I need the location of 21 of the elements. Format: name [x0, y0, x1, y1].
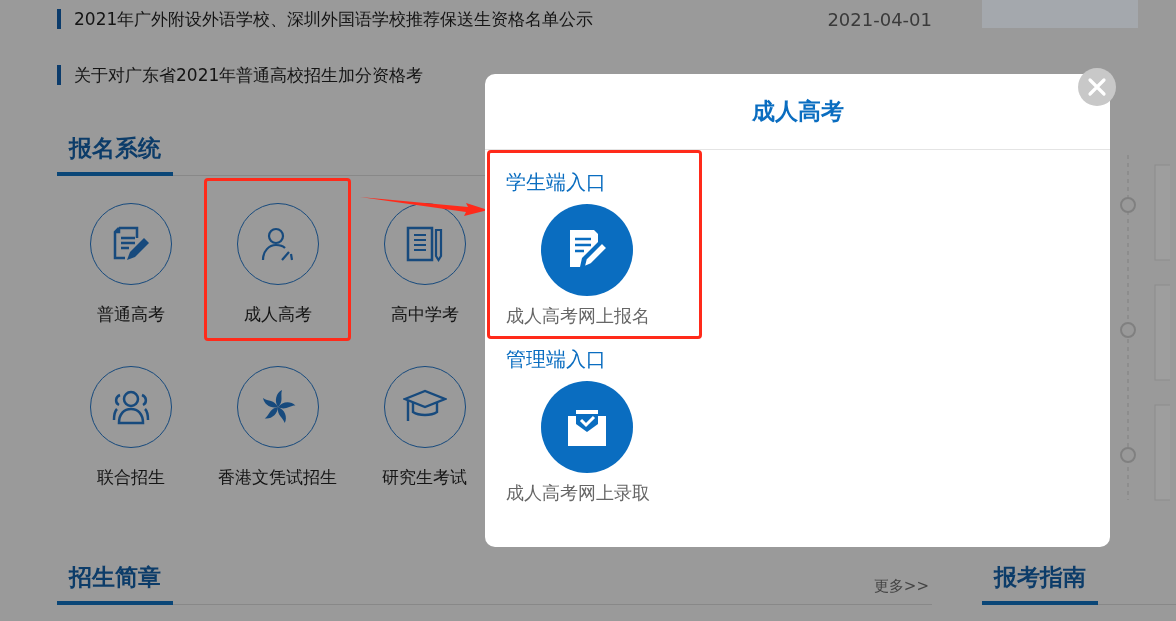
- system-label: 联合招生: [96, 466, 165, 489]
- system-label: 普通高考: [96, 303, 165, 326]
- notebook-pencil-icon: [404, 224, 445, 264]
- close-icon: [1087, 77, 1107, 97]
- news-date: 2021-04-01: [827, 8, 932, 30]
- system-label: 成人高考: [243, 303, 312, 326]
- entry-link[interactable]: 成人高考网上报名: [506, 304, 650, 328]
- news-link[interactable]: 关于对广东省2021年普通高校招生加分资格考: [74, 63, 424, 87]
- news-link[interactable]: 2021年广外附设外语学校、深圳外国语学校推荐保送生资格名单公示: [74, 7, 594, 31]
- section-tab[interactable]: 招生简章: [57, 562, 173, 605]
- dialog-title: 成人高考: [751, 97, 844, 126]
- close-button[interactable]: [1078, 68, 1116, 106]
- system-label: 高中学考: [390, 303, 459, 326]
- entry-link[interactable]: 成人高考网上录取: [506, 481, 650, 505]
- system-label: 香港文凭试招生: [218, 466, 337, 489]
- section-tab[interactable]: 报名系统: [57, 133, 173, 176]
- entry-heading: 学生端入口: [506, 169, 607, 196]
- section-tab[interactable]: 报考指南: [982, 562, 1098, 605]
- more-link[interactable]: 更多>>: [873, 577, 929, 604]
- system-label: 研究生考试: [382, 466, 467, 489]
- entry-heading: 管理端入口: [506, 346, 607, 373]
